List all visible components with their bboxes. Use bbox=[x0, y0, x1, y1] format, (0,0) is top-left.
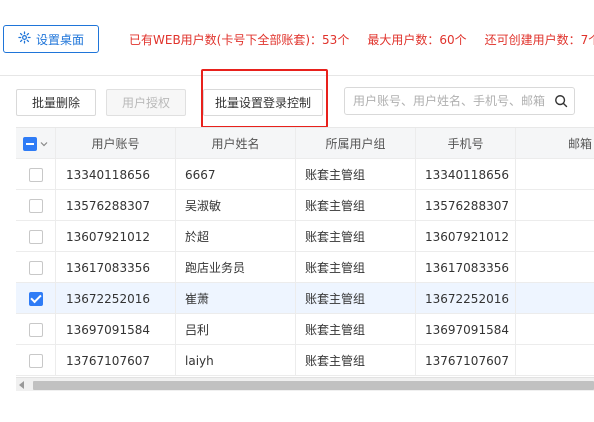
row-select-cell bbox=[16, 314, 56, 345]
cell-group: 账套主管组 bbox=[296, 283, 416, 314]
cell-phone: 13767107607 bbox=[416, 345, 516, 376]
setup-desktop-label: 设置桌面 bbox=[35, 32, 84, 47]
column-header-phone: 手机号 bbox=[416, 128, 516, 159]
row-checkbox[interactable] bbox=[28, 353, 43, 368]
cell-account: 13340118656 bbox=[56, 159, 176, 190]
row-checkbox[interactable] bbox=[28, 229, 43, 244]
column-header-name: 用户姓名 bbox=[176, 128, 296, 159]
cell-account: 13697091584 bbox=[56, 314, 176, 345]
cell-group: 账套主管组 bbox=[296, 252, 416, 283]
horizontal-scrollbar[interactable] bbox=[16, 377, 594, 391]
cell-name: 吕利 bbox=[176, 314, 296, 345]
max-user-count: 最大用户数：60个 bbox=[367, 33, 467, 47]
row-checkbox[interactable] bbox=[28, 260, 43, 275]
batch-delete-button[interactable]: 批量删除 bbox=[16, 89, 96, 116]
cell-name: 跑店业务员 bbox=[176, 252, 296, 283]
cell-account: 13576288307 bbox=[56, 190, 176, 221]
cell-phone: 13340118656 bbox=[416, 159, 516, 190]
cell-group: 账套主管组 bbox=[296, 314, 416, 345]
header-select-cell bbox=[16, 128, 56, 159]
setup-desktop-button[interactable]: 设置桌面 bbox=[3, 25, 99, 53]
cell-email bbox=[516, 190, 594, 221]
row-checkbox[interactable] bbox=[28, 198, 43, 213]
cell-name: 吴淑敏 bbox=[176, 190, 296, 221]
table-row[interactable]: 13697091584 吕利 账套主管组 13697091584 bbox=[16, 314, 594, 345]
column-header-group: 所属用户组 bbox=[296, 128, 416, 159]
user-table: 用户账号 用户姓名 所属用户组 手机号 邮箱 13340118656 6667 账套… bbox=[16, 127, 594, 377]
cell-account: 13607921012 bbox=[56, 221, 176, 252]
cell-account: 13672252016 bbox=[56, 283, 176, 314]
row-select-cell bbox=[16, 345, 56, 376]
column-header-account: 用户账号 bbox=[56, 128, 176, 159]
batch-login-control-button[interactable]: 批量设置登录控制 bbox=[203, 89, 323, 116]
cell-name: laiyh bbox=[176, 345, 296, 376]
cell-email bbox=[516, 221, 594, 252]
row-select-cell bbox=[16, 252, 56, 283]
select-all-checkbox[interactable] bbox=[23, 136, 37, 151]
table-row[interactable]: 13576288307 吴淑敏 账套主管组 13576288307 bbox=[16, 190, 594, 221]
cell-name: 6667 bbox=[176, 159, 296, 190]
cell-phone: 13697091584 bbox=[416, 314, 516, 345]
cell-email bbox=[516, 314, 594, 345]
cell-email bbox=[516, 345, 594, 376]
cell-email bbox=[516, 159, 594, 190]
chevron-down-icon[interactable] bbox=[40, 140, 48, 148]
cell-group: 账套主管组 bbox=[296, 190, 416, 221]
cell-phone: 13607921012 bbox=[416, 221, 516, 252]
row-checkbox[interactable] bbox=[28, 167, 43, 182]
cell-group: 账套主管组 bbox=[296, 221, 416, 252]
user-count-stats: 已有WEB用户数(卡号下全部账套)：53个 最大用户数：60个 还可创建用户数：… bbox=[129, 31, 594, 48]
row-checkbox[interactable] bbox=[28, 291, 43, 306]
table-row[interactable]: 13607921012 於超 账套主管组 13607921012 bbox=[16, 221, 594, 252]
cell-account: 13767107607 bbox=[56, 345, 176, 376]
scrollbar-thumb[interactable] bbox=[33, 381, 594, 390]
table-row[interactable]: 13340118656 6667 账套主管组 13340118656 bbox=[16, 159, 594, 190]
search-icon[interactable] bbox=[548, 88, 574, 114]
row-checkbox[interactable] bbox=[28, 322, 43, 337]
cell-phone: 13617083356 bbox=[416, 252, 516, 283]
cell-email bbox=[516, 252, 594, 283]
row-select-cell bbox=[16, 190, 56, 221]
search-input[interactable] bbox=[345, 88, 548, 114]
cell-email bbox=[516, 283, 594, 314]
row-select-cell bbox=[16, 283, 56, 314]
cell-name: 崔萧 bbox=[176, 283, 296, 314]
search-box[interactable] bbox=[344, 87, 575, 115]
table-row[interactable]: 13672252016 崔萧 账套主管组 13672252016 bbox=[16, 283, 594, 314]
cell-phone: 13672252016 bbox=[416, 283, 516, 314]
table-row[interactable]: 13767107607 laiyh 账套主管组 13767107607 bbox=[16, 345, 594, 376]
caret-left-icon[interactable] bbox=[18, 381, 26, 389]
gear-icon bbox=[18, 31, 31, 47]
table-row[interactable]: 13617083356 跑店业务员 账套主管组 13617083356 bbox=[16, 252, 594, 283]
user-auth-button: 用户授权 bbox=[106, 89, 186, 116]
cell-group: 账套主管组 bbox=[296, 159, 416, 190]
cell-account: 13617083356 bbox=[56, 252, 176, 283]
cell-group: 账套主管组 bbox=[296, 345, 416, 376]
row-select-cell bbox=[16, 221, 56, 252]
top-bar: 设置桌面 已有WEB用户数(卡号下全部账套)：53个 最大用户数：60个 还可创… bbox=[0, 0, 594, 76]
web-user-count: 已有WEB用户数(卡号下全部账套)：53个 bbox=[129, 33, 350, 47]
remaining-user-count: 还可创建用户数：7个 bbox=[484, 33, 594, 47]
table-header: 用户账号 用户姓名 所属用户组 手机号 邮箱 bbox=[16, 128, 594, 159]
cell-name: 於超 bbox=[176, 221, 296, 252]
column-header-email: 邮箱 bbox=[568, 137, 593, 151]
cell-phone: 13576288307 bbox=[416, 190, 516, 221]
row-select-cell bbox=[16, 159, 56, 190]
